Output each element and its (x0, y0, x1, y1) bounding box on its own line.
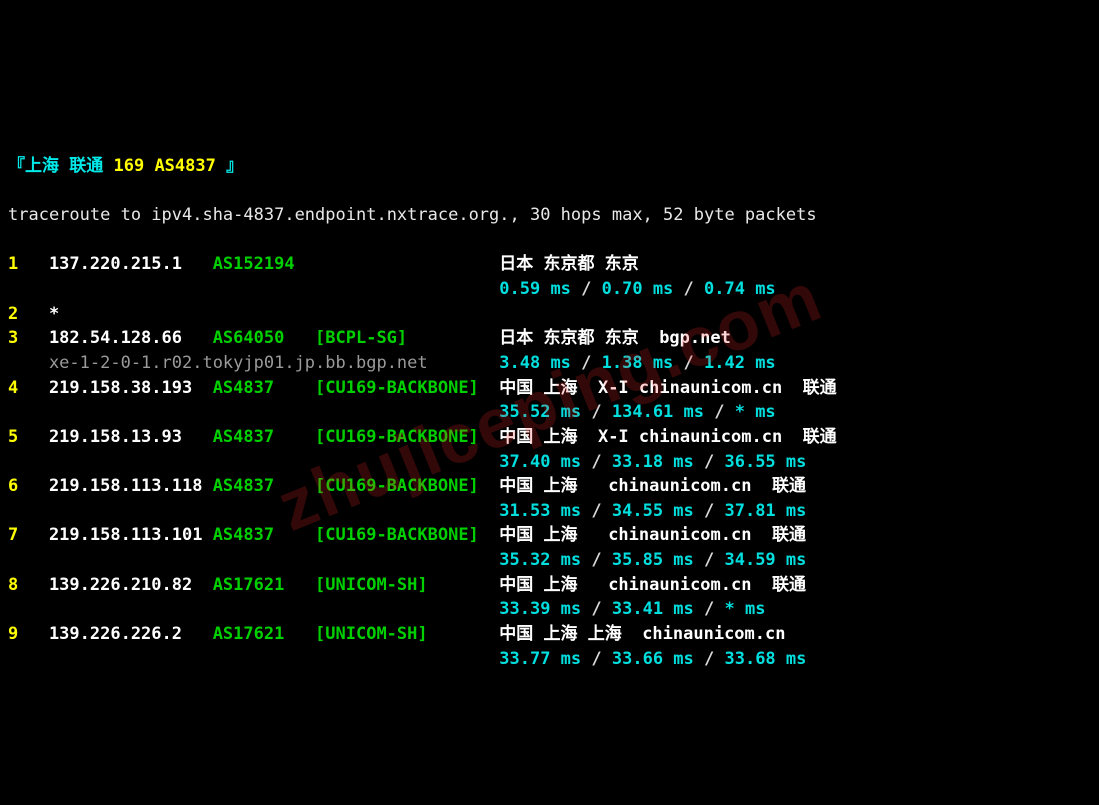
hop-location: 中国 上海 chinaunicom.cn 联通 (499, 573, 806, 598)
hop-asn: AS152194 (213, 252, 315, 277)
hop-row: 7219.158.113.101AS4837[CU169-BACKBONE]中国… (8, 523, 1091, 548)
hop-number: 5 (8, 425, 49, 450)
hop-timing-row: 35.32 ms / 35.85 ms / 34.59 ms (8, 548, 1091, 573)
hop-location: 中国 上海 chinaunicom.cn 联通 (499, 523, 806, 548)
hop-number: 8 (8, 573, 49, 598)
hop-number: 4 (8, 376, 49, 401)
hop-asn: AS17621 (213, 573, 315, 598)
hop-time-1: 33.39 ms (499, 599, 581, 619)
trace-subline: traceroute to ipv4.sha-4837.endpoint.nxt… (8, 203, 1091, 228)
hop-asn: AS4837 (213, 474, 315, 499)
hop-row: 9139.226.226.2AS17621[UNICOM-SH]中国 上海 上海… (8, 622, 1091, 647)
hop-location: 日本 东京都 东京 bgp.net (499, 326, 731, 351)
hop-timing-row: 37.40 ms / 33.18 ms / 36.55 ms (8, 450, 1091, 475)
trace-header: 『上海 联通 169 AS4837 』 (8, 154, 1091, 179)
hop-location: 中国 上海 chinaunicom.cn 联通 (499, 474, 806, 499)
hop-asn: AS4837 (213, 523, 315, 548)
hop-timing-row: 33.39 ms / 33.41 ms / * ms (8, 597, 1091, 622)
hop-timing-row: 0.59 ms / 0.70 ms / 0.74 ms (8, 277, 1091, 302)
hop-row: 6219.158.113.118AS4837[CU169-BACKBONE]中国… (8, 474, 1091, 499)
hop-time-1: 35.52 ms (499, 402, 581, 422)
hop-asn: AS4837 (213, 376, 315, 401)
hop-timeout-star: * (49, 304, 59, 324)
hop-time-3: 33.68 ms (724, 649, 806, 669)
hop-time-3: 34.59 ms (724, 550, 806, 570)
hop-number: 1 (8, 252, 49, 277)
hop-location: 中国 上海 上海 chinaunicom.cn (499, 622, 785, 647)
hop-time-1: 3.48 ms (499, 353, 571, 373)
hop-timing-row: 31.53 ms / 34.55 ms / 37.81 ms (8, 499, 1091, 524)
hop-rdns: xe-1-2-0-1.r02.tokyjp01.jp.bb.bgp.net (49, 351, 499, 376)
hop-ip: 219.158.113.118 (49, 474, 213, 499)
hop-time-1: 31.53 ms (499, 501, 581, 521)
hop-time-2: 1.38 ms (602, 353, 674, 373)
hop-row: 8139.226.210.82AS17621[UNICOM-SH]中国 上海 c… (8, 573, 1091, 598)
hop-location: 日本 东京都 东京 (499, 252, 638, 277)
hop-time-2: 134.61 ms (612, 402, 704, 422)
hop-ip: 219.158.113.101 (49, 523, 213, 548)
hop-asn: AS64050 (213, 326, 315, 351)
header-asn: 169 AS4837 (114, 156, 216, 176)
hop-time-2: 35.85 ms (612, 550, 694, 570)
hop-asn-tag: [CU169-BACKBONE] (315, 523, 499, 548)
hop-number: 3 (8, 326, 49, 351)
hop-time-3: 0.74 ms (704, 279, 776, 299)
hop-time-1: 37.40 ms (499, 452, 581, 472)
hop-number: 7 (8, 523, 49, 548)
hop-location: 中国 上海 X-I chinaunicom.cn 联通 (499, 425, 836, 450)
hop-ip: 137.220.215.1 (49, 252, 213, 277)
hop-row: 1137.220.215.1AS152194 日本 东京都 东京 (8, 252, 1091, 277)
hop-asn-tag: [CU169-BACKBONE] (315, 474, 499, 499)
hop-time-3: 37.81 ms (724, 501, 806, 521)
hop-time-1: 0.59 ms (499, 279, 571, 299)
hop-ip: 219.158.38.193 (49, 376, 213, 401)
hop-row: 3182.54.128.66AS64050[BCPL-SG]日本 东京都 东京 … (8, 326, 1091, 351)
hop-ip: 219.158.13.93 (49, 425, 213, 450)
hop-time-1: 33.77 ms (499, 649, 581, 669)
hop-time-3: 1.42 ms (704, 353, 776, 373)
hop-time-2: 34.55 ms (612, 501, 694, 521)
hop-asn-tag: [CU169-BACKBONE] (315, 425, 499, 450)
hop-timing-row: 33.77 ms / 33.66 ms / 33.68 ms (8, 647, 1091, 672)
hop-timing-row: xe-1-2-0-1.r02.tokyjp01.jp.bb.bgp.net3.4… (8, 351, 1091, 376)
hop-time-2: 0.70 ms (602, 279, 674, 299)
hop-asn: AS17621 (213, 622, 315, 647)
hop-time-2: 33.66 ms (612, 649, 694, 669)
hop-row: 5219.158.13.93AS4837[CU169-BACKBONE]中国 上… (8, 425, 1091, 450)
hop-asn-tag: [UNICOM-SH] (315, 573, 499, 598)
hop-location: 中国 上海 X-I chinaunicom.cn 联通 (499, 376, 836, 401)
hop-number: 2 (8, 302, 49, 327)
hops-container: 1137.220.215.1AS152194 日本 东京都 东京0.59 ms /… (8, 252, 1091, 671)
hop-number: 6 (8, 474, 49, 499)
hop-time-3: 36.55 ms (724, 452, 806, 472)
hop-asn: AS4837 (213, 425, 315, 450)
hop-time-2: 33.18 ms (612, 452, 694, 472)
hop-timing-row: 35.52 ms / 134.61 ms / * ms (8, 400, 1091, 425)
hop-asn-tag: [UNICOM-SH] (315, 622, 499, 647)
hop-time-2: 33.41 ms (612, 599, 694, 619)
hop-ip: 139.226.226.2 (49, 622, 213, 647)
hop-time-1: 35.32 ms (499, 550, 581, 570)
bracket-open: 『 (8, 156, 25, 176)
hop-row: 4219.158.38.193AS4837[CU169-BACKBONE]中国 … (8, 376, 1091, 401)
hop-ip: 139.226.210.82 (49, 573, 213, 598)
hop-row: 2* (8, 302, 1091, 327)
hop-number: 9 (8, 622, 49, 647)
hop-asn-tag: [BCPL-SG] (315, 326, 499, 351)
hop-time-3: * ms (735, 402, 776, 422)
hop-ip: 182.54.128.66 (49, 326, 213, 351)
header-location: 上海 联通 (25, 156, 103, 176)
bracket-close: 』 (226, 156, 243, 176)
hop-asn-tag: [CU169-BACKBONE] (315, 376, 499, 401)
hop-time-3: * ms (724, 599, 765, 619)
